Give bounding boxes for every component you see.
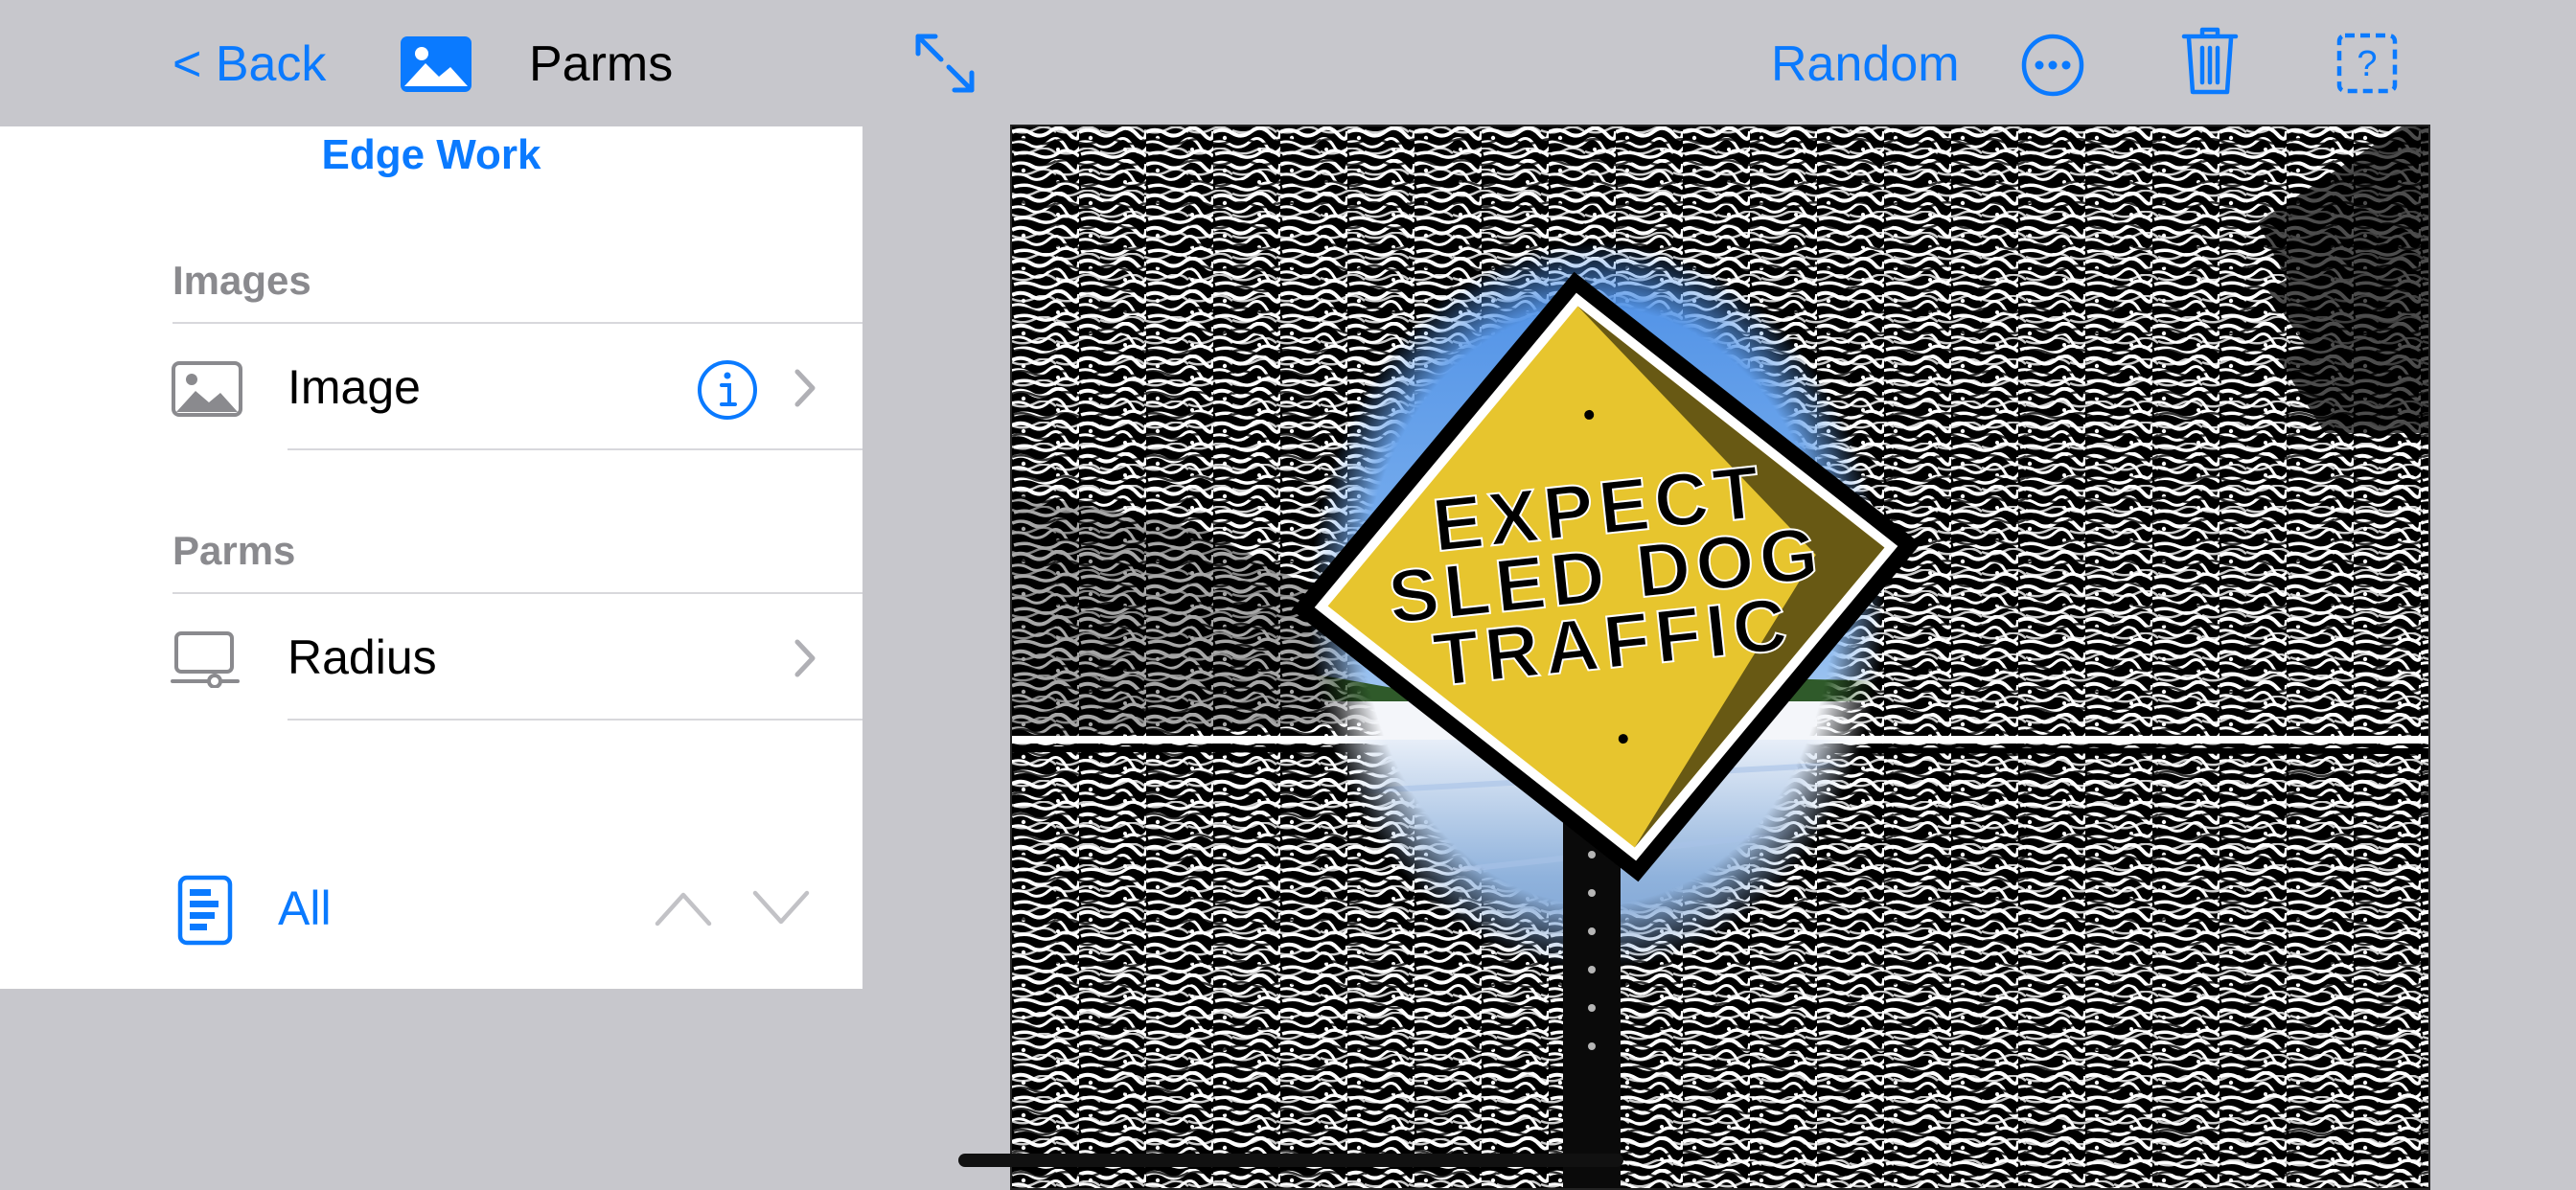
page-title: Parms bbox=[529, 36, 674, 92]
chevron-up-icon[interactable] bbox=[654, 889, 713, 927]
section-header-images: Images bbox=[172, 258, 311, 303]
all-row[interactable]: All bbox=[0, 855, 862, 960]
preview-image[interactable]: EXPECT SLED DOG TRAFFIC bbox=[1010, 125, 2430, 1190]
radius-row-label: Radius bbox=[288, 630, 437, 684]
image-row[interactable]: Image bbox=[0, 324, 862, 448]
image-row-label: Image bbox=[288, 360, 421, 414]
all-label[interactable]: All bbox=[278, 880, 332, 937]
section-header-parms: Parms bbox=[172, 528, 296, 573]
back-button[interactable]: < Back bbox=[172, 36, 326, 92]
chevron-right-icon bbox=[794, 369, 816, 407]
photo-icon[interactable] bbox=[399, 34, 473, 94]
divider bbox=[288, 719, 862, 721]
chevron-down-icon[interactable] bbox=[751, 889, 811, 927]
document-list-icon bbox=[177, 875, 233, 946]
chevron-right-icon bbox=[794, 639, 816, 677]
divider bbox=[288, 448, 862, 450]
more-icon[interactable] bbox=[2020, 33, 2085, 98]
info-icon[interactable] bbox=[696, 358, 759, 422]
svg-text:?: ? bbox=[2357, 44, 2377, 84]
expand-icon[interactable] bbox=[912, 31, 978, 96]
edge-work-image: EXPECT SLED DOG TRAFFIC bbox=[1012, 126, 2428, 1188]
help-icon[interactable]: ? bbox=[2336, 33, 2398, 94]
toolbar: < Back Parms Random ? bbox=[0, 0, 2576, 126]
parameters-panel: Edge Work Images Image Parms Radius All bbox=[0, 126, 862, 989]
trash-icon[interactable] bbox=[2181, 27, 2239, 96]
home-indicator[interactable] bbox=[958, 1154, 1623, 1167]
random-button[interactable]: Random bbox=[1771, 36, 1960, 92]
slider-display-icon bbox=[171, 631, 240, 688]
panel-title: Edge Work bbox=[321, 131, 541, 178]
radius-row[interactable]: Radius bbox=[0, 594, 862, 719]
photo-icon bbox=[172, 361, 242, 417]
